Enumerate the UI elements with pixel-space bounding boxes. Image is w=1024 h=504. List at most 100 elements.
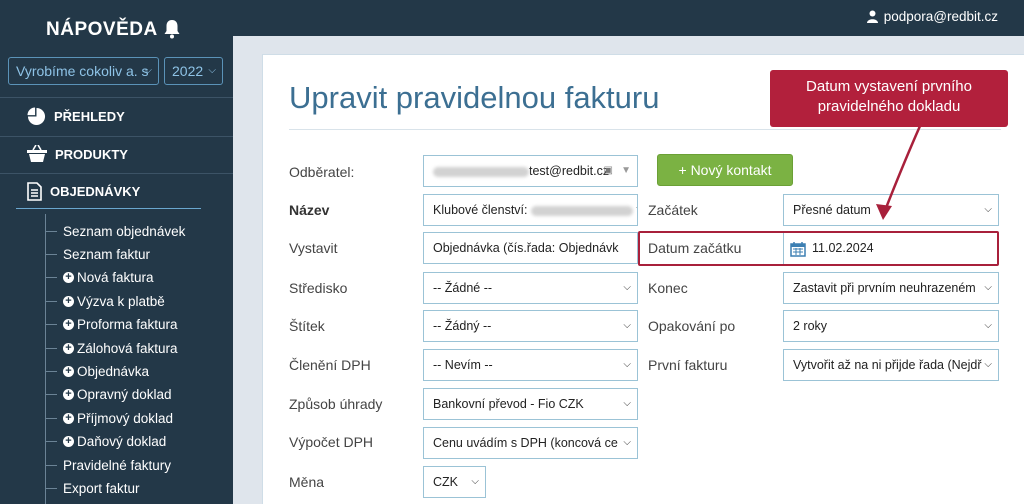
opakovani-value: 2 roky (793, 319, 828, 333)
submenu-item-label: Objednávka (77, 363, 150, 379)
mena-select[interactable]: CZK ⌵ (423, 466, 486, 498)
company-select[interactable]: Vyrobíme cokoliv a. s ⌵ (8, 57, 159, 85)
opakovani-label: Opakování po (648, 318, 736, 334)
annotation-callout: Datum vystavení prvního pravidelného dok… (770, 70, 1008, 127)
submenu-item[interactable]: Export faktur (45, 479, 140, 497)
submenu-item-label: Nová faktura (77, 270, 154, 286)
user-menu[interactable]: podpora@redbit.cz (866, 9, 998, 24)
submenu-item[interactable]: + Zálohová faktura (45, 339, 178, 357)
submenu-item[interactable]: + Proforma faktura (45, 316, 178, 334)
blurred-name (433, 166, 529, 177)
konec-label: Konec (648, 280, 688, 296)
prvni-fakturu-value: Vytvořit až na ni přijde řada (Nejdř (793, 358, 982, 372)
submenu-item[interactable]: + Objednávka (45, 362, 149, 380)
bell-icon[interactable] (163, 19, 181, 44)
company-select-value: Vyrobíme cokoliv a. s (16, 63, 149, 79)
submenu-item-label: Seznam objednávek (63, 223, 186, 239)
plus-circle-icon: + (63, 365, 74, 377)
submenu-item[interactable]: + Příjmový doklad (45, 409, 173, 427)
chevron-down-icon: ⌵ (984, 320, 992, 331)
new-contact-button[interactable]: + Nový kontakt (657, 154, 793, 186)
konec-value: Zastavit při prvním neuhrazeném (793, 281, 976, 295)
plus-circle-icon: + (63, 272, 74, 284)
prvni-fakturu-select[interactable]: Vytvořit až na ni přijde řada (Nejdř ⌵ (783, 349, 999, 381)
user-icon (866, 10, 878, 23)
vypocet-dph-value: Cenu uvádím s DPH (koncová ce (433, 436, 618, 450)
nazev-value-suffix: tes (636, 203, 637, 217)
menu-item-prehledy[interactable]: PŘEHLEDY (27, 106, 207, 126)
submenu-item-label: Opravný doklad (77, 387, 172, 403)
stitek-label: Štítek (289, 318, 325, 334)
menu-item-label: PRODUKTY (55, 146, 128, 162)
prvni-fakturu-label: První fakturu (648, 357, 728, 373)
cleneni-dph-value: -- Nevím -- (433, 358, 493, 372)
blurred-name (530, 205, 633, 216)
callout-line-1: Datum vystavení prvního (806, 78, 972, 95)
submenu-item-label: Příjmový doklad (77, 410, 174, 426)
nazev-label: Název (289, 202, 330, 218)
menu-item-produkty[interactable]: PRODUKTY (27, 144, 207, 164)
submenu-item-label: Zálohová faktura (77, 340, 178, 356)
menu-item-label: PŘEHLEDY (54, 108, 125, 124)
menu-divider (0, 136, 233, 137)
menu-divider (0, 173, 233, 174)
basket-icon (27, 145, 47, 162)
stredisko-select[interactable]: -- Žádné -- ⌵ (423, 272, 638, 304)
user-email: podpora@redbit.cz (883, 9, 998, 24)
odberatel-value: test@redbit.cz (529, 164, 610, 178)
plus-circle-icon: + (63, 295, 74, 307)
zpusob-uhrady-value: Bankovní převod - Fio CZK (433, 397, 584, 411)
year-select[interactable]: 2022 ⌵ (164, 57, 223, 85)
menu-item-objednavky[interactable]: OBJEDNÁVKY (27, 181, 207, 201)
submenu-item[interactable]: Pravidelné faktury (45, 456, 171, 474)
chevron-down-icon: ⌵ (623, 437, 631, 448)
odberatel-field[interactable]: test@redbit.cz ▣ ▼ (423, 155, 638, 187)
mena-value: CZK (433, 475, 458, 489)
year-select-value: 2022 (172, 63, 204, 79)
brand-title: NÁPOVĚDA (46, 19, 158, 40)
vystavit-value: Objednávka (čís.řada: Objednávk (433, 241, 619, 255)
active-menu-underline (16, 208, 201, 209)
vypocet-dph-select[interactable]: Cenu uvádím s DPH (koncová ce ⌵ (423, 427, 638, 459)
plus-circle-icon: + (63, 389, 74, 401)
stitek-select[interactable]: -- Žádný -- ⌵ (423, 310, 638, 342)
title-divider (289, 129, 1001, 130)
submenu-item-label: Export faktur (63, 480, 140, 496)
submenu-item[interactable]: + Výzva k platbě (45, 292, 165, 310)
chevron-down-icon: ⌵ (623, 398, 631, 409)
odberatel-label: Odběratel: (289, 164, 355, 180)
submenu-item-label: Proforma faktura (77, 317, 178, 333)
nazev-value-prefix: Klubové členství: (433, 203, 528, 217)
zpusob-uhrady-select[interactable]: Bankovní převod - Fio CZK ⌵ (423, 388, 638, 420)
opakovani-select[interactable]: 2 roky ⌵ (783, 310, 999, 342)
chevron-down-icon: ⌵ (623, 359, 631, 370)
zpusob-uhrady-label: Způsob úhrady (289, 396, 383, 412)
submenu-item[interactable]: Seznam faktur (45, 245, 150, 263)
top-bar: podpora@redbit.cz (233, 0, 1024, 36)
pie-chart-icon (27, 106, 46, 125)
menu-item-label: OBJEDNÁVKY (50, 183, 141, 199)
konec-select[interactable]: Zastavit při prvním neuhrazeném ⌵ (783, 272, 999, 304)
submenu-item[interactable]: Seznam objednávek (45, 222, 185, 240)
stredisko-value: -- Žádné -- (433, 281, 493, 295)
submenu-item[interactable]: + Opravný doklad (45, 386, 172, 404)
chevron-down-icon: ⌵ (623, 320, 631, 331)
caret-down-icon: ▼ (621, 165, 631, 176)
vystavit-select[interactable]: Objednávka (čís.řada: Objednávk (423, 232, 638, 264)
sidebar: NÁPOVĚDA Vyrobíme cokoliv a. s ⌵ 2022 ⌵ … (0, 0, 233, 504)
stredisko-label: Středisko (289, 280, 348, 296)
mena-label: Měna (289, 474, 325, 490)
vystavit-label: Vystavit (289, 240, 338, 256)
chevron-down-icon: ⌵ (208, 65, 216, 76)
cleneni-dph-label: Členění DPH (289, 357, 371, 373)
cleneni-dph-select[interactable]: -- Nevím -- ⌵ (423, 349, 638, 381)
page-title: Upravit pravidelnou fakturu (289, 80, 660, 115)
submenu-item-label: Seznam faktur (63, 246, 151, 262)
submenu-item[interactable]: + Daňový doklad (45, 433, 166, 451)
chevron-down-icon: ⌵ (471, 476, 479, 487)
submenu-item[interactable]: + Nová faktura (45, 269, 154, 287)
plus-circle-icon: + (63, 436, 74, 448)
zacatek-select[interactable]: Přesné datum ⌵ (783, 194, 999, 226)
stitek-value: -- Žádný -- (433, 319, 492, 333)
nazev-input[interactable]: Klubové členství: tes (423, 194, 638, 226)
